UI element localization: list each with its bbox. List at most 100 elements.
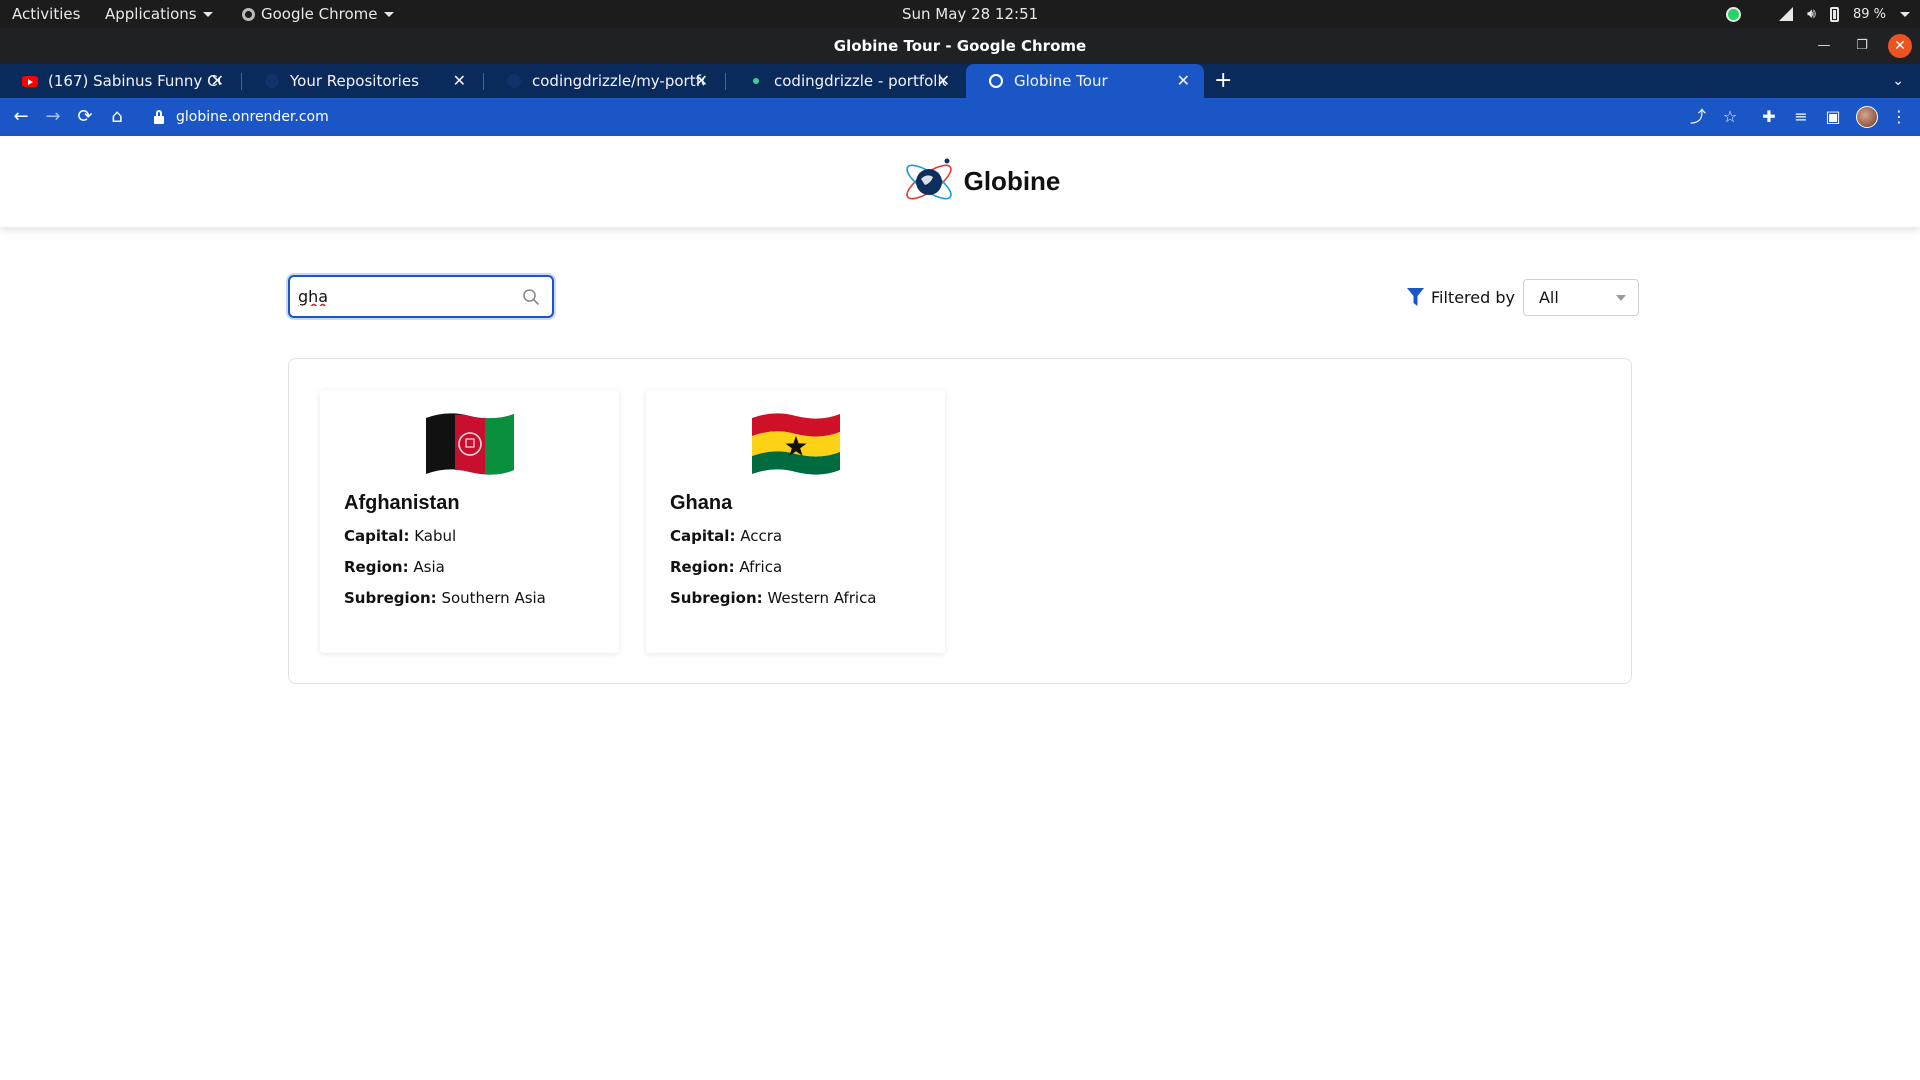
- country-region: Region: Africa: [670, 558, 921, 576]
- app-menu-chrome[interactable]: Google Chrome: [242, 0, 394, 28]
- country-capital: Capital: Kabul: [344, 527, 595, 545]
- volume-icon: 🔊︎: [1807, 6, 1816, 22]
- youtube-icon: [22, 73, 38, 89]
- forward-button[interactable]: →: [40, 98, 66, 136]
- filter-label: Filtered by: [1431, 287, 1515, 307]
- restore-icon[interactable]: ❐: [1850, 34, 1874, 58]
- chrome-icon: [242, 8, 255, 21]
- back-button[interactable]: ←: [8, 98, 34, 136]
- capital-label: Capital:: [344, 527, 410, 545]
- clock[interactable]: Sun May 28 12:51: [902, 0, 1038, 28]
- close-icon[interactable]: ✕: [1177, 64, 1190, 98]
- region-value: Asia: [413, 558, 445, 576]
- tab-globine-tour[interactable]: Globine Tour ✕: [966, 64, 1204, 98]
- extensions-puzzle-icon[interactable]: ✚: [1757, 98, 1781, 136]
- window-title: Globine Tour - Google Chrome: [833, 37, 1087, 55]
- brand-name: Globine: [963, 166, 1061, 196]
- afghanistan-flag-icon: [425, 413, 514, 475]
- bookmark-star-icon[interactable]: ☆: [1718, 98, 1742, 136]
- new-tab-button[interactable]: +: [1214, 64, 1232, 98]
- region-value: Africa: [739, 558, 783, 576]
- capital-value: Kabul: [414, 527, 457, 545]
- country-region: Region: Asia: [344, 558, 595, 576]
- app-menu-label: Google Chrome: [261, 5, 378, 23]
- applications-label: Applications: [105, 5, 197, 23]
- tab-youtube[interactable]: (167) Sabinus Funny Come ✕: [0, 64, 238, 98]
- network-signal-icon: [1779, 7, 1794, 21]
- kebab-menu-icon[interactable]: ⋮: [1887, 98, 1911, 136]
- whatsapp-icon[interactable]: [1726, 6, 1742, 22]
- subregion-label: Subregion:: [344, 589, 437, 607]
- subregion-label: Subregion:: [670, 589, 763, 607]
- capital-value: Accra: [740, 527, 783, 545]
- system-tray[interactable]: 🔊︎ 89 %: [1726, 0, 1910, 28]
- country-card-afghanistan[interactable]: Afghanistan Capital: Kabul Region: Asia …: [320, 390, 619, 653]
- ghana-flag-icon: [751, 413, 840, 475]
- tab-title: codingdrizzle - portfolio: [774, 72, 946, 90]
- profile-avatar[interactable]: [1856, 106, 1878, 128]
- results-panel: Afghanistan Capital: Kabul Region: Asia …: [288, 358, 1632, 684]
- share-icon[interactable]: ⤴: [1686, 98, 1710, 136]
- country-card-ghana[interactable]: Ghana Capital: Accra Region: Africa Subr…: [646, 390, 945, 653]
- close-window-icon[interactable]: ✕: [1888, 34, 1912, 58]
- tab-your-repositories[interactable]: Your Repositories ✕: [242, 64, 480, 98]
- activities-label: Activities: [12, 5, 81, 23]
- region-filter: Filtered by All: [1406, 278, 1639, 316]
- site-header: Globine: [0, 136, 1920, 227]
- address-bar[interactable]: globine.onrender.com: [144, 103, 1684, 131]
- tab-title: (167) Sabinus Funny Come: [48, 72, 220, 90]
- globine-logo-icon: [905, 158, 952, 199]
- country-subregion: Subregion: Western Africa: [670, 589, 921, 607]
- render-icon: [748, 73, 764, 89]
- globe-icon: [988, 73, 1004, 89]
- close-icon[interactable]: ✕: [211, 64, 224, 98]
- chevron-down-icon: [383, 12, 394, 17]
- lock-icon[interactable]: [154, 109, 164, 124]
- browser-toolbar: ← → ⟳ ⌂ globine.onrender.com ⤴ ☆ ✚ ≡ ▣ ⋮: [0, 98, 1920, 136]
- github-icon: [506, 73, 522, 89]
- search-icon[interactable]: [522, 288, 540, 306]
- tab-title: codingdrizzle/my-portfoli: [532, 72, 704, 90]
- region-filter-select[interactable]: All: [1522, 278, 1639, 316]
- battery-percentage: 89 %: [1852, 6, 1886, 22]
- side-panel-icon[interactable]: ▣: [1821, 98, 1845, 136]
- brand[interactable]: Globine: [900, 153, 1061, 211]
- filter-selected-value: All: [1538, 287, 1559, 307]
- capital-label: Capital:: [670, 527, 736, 545]
- region-label: Region:: [670, 558, 735, 576]
- country-capital: Capital: Accra: [670, 527, 921, 545]
- window-controls: — ❐ ✕: [1812, 28, 1912, 64]
- tab-title: Globine Tour: [1014, 72, 1108, 90]
- chevron-down-icon: [202, 12, 213, 17]
- country-subregion: Subregion: Southern Asia: [344, 589, 595, 607]
- chevron-down-icon: [1900, 11, 1910, 17]
- country-name: Afghanistan: [344, 492, 460, 514]
- country-search-box[interactable]: [288, 275, 554, 318]
- url-text[interactable]: globine.onrender.com: [176, 109, 329, 125]
- country-search-input[interactable]: [298, 287, 514, 306]
- system-top-bar: Activities Applications Google Chrome Su…: [0, 0, 1920, 28]
- chevron-down-icon: [1615, 294, 1626, 301]
- window-title-bar[interactable]: Globine Tour - Google Chrome — ❐ ✕: [0, 28, 1920, 64]
- filter-funnel-icon: [1407, 287, 1424, 306]
- minimize-icon[interactable]: —: [1812, 34, 1836, 58]
- region-label: Region:: [344, 558, 409, 576]
- applications-menu[interactable]: Applications: [105, 0, 213, 28]
- tab-strip: (167) Sabinus Funny Come ✕ Your Reposito…: [0, 64, 1920, 98]
- close-icon[interactable]: ✕: [453, 64, 466, 98]
- reading-list-icon[interactable]: ≡: [1789, 98, 1813, 136]
- github-icon: [264, 73, 280, 89]
- activities-button[interactable]: Activities: [12, 0, 80, 28]
- battery-icon: [1829, 6, 1839, 22]
- country-name: Ghana: [670, 492, 733, 514]
- home-button[interactable]: ⌂: [104, 98, 130, 136]
- close-icon[interactable]: ✕: [937, 64, 950, 98]
- tab-search-chevron-icon[interactable]: ⌄: [1892, 64, 1904, 98]
- reload-button[interactable]: ⟳: [72, 98, 98, 136]
- tab-my-portfolio-repo[interactable]: codingdrizzle/my-portfoli ✕: [484, 64, 722, 98]
- subregion-value: Western Africa: [767, 589, 877, 607]
- clock-label: Sun May 28 12:51: [902, 5, 1039, 23]
- tab-portfolio[interactable]: codingdrizzle - portfolio ✕: [726, 64, 964, 98]
- close-icon[interactable]: ✕: [695, 64, 708, 98]
- subregion-value: Southern Asia: [441, 589, 546, 607]
